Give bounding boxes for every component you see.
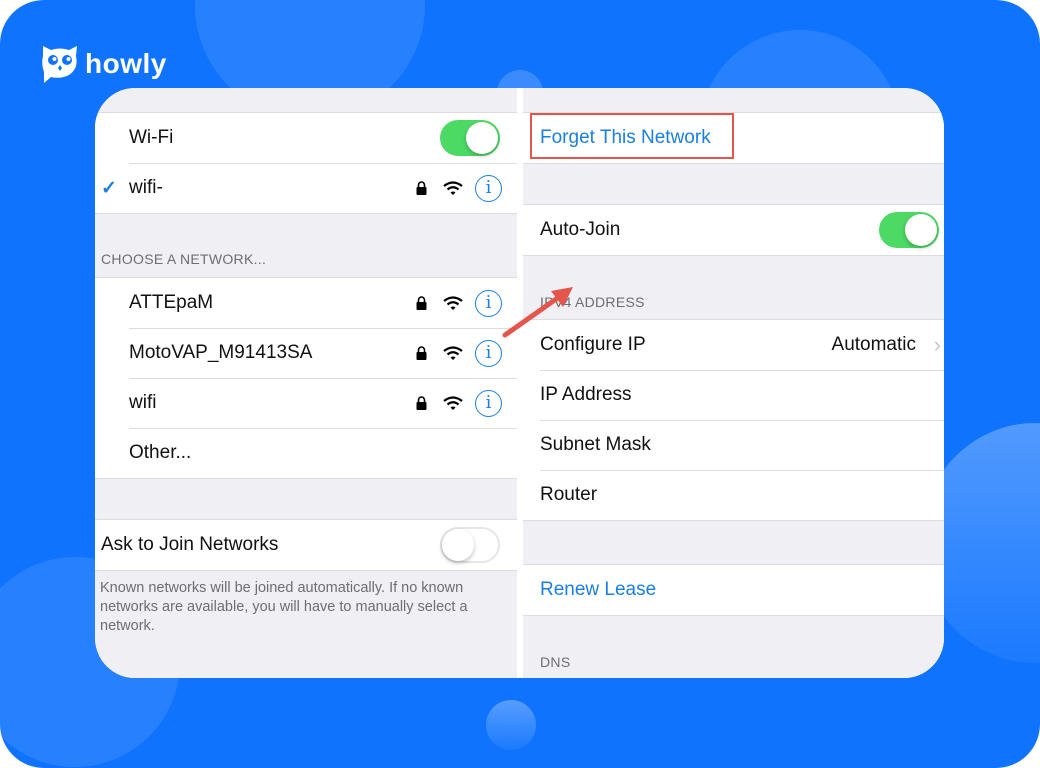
wifi-signal-icon — [443, 295, 463, 310]
ask-to-join-row: Ask to Join Networks — [95, 520, 517, 570]
switch-knob — [466, 122, 498, 154]
info-icon[interactable]: i — [475, 174, 502, 202]
choose-network-header: CHOOSE A NETWORK... — [101, 251, 267, 267]
chevron-right-icon: › — [933, 332, 941, 357]
wifi-label: Wi-Fi — [129, 127, 174, 148]
auto-join-group: Auto-Join — [523, 204, 944, 256]
network-row[interactable]: MotoVAP_M91413SA i — [95, 328, 517, 378]
ipv4-header: IPV4 ADDRESS — [540, 294, 645, 310]
info-icon[interactable]: i — [475, 339, 502, 367]
wifi-switch[interactable] — [440, 120, 500, 156]
forget-network-row[interactable]: Forget This Network — [523, 113, 944, 163]
router-label: Router — [540, 484, 598, 505]
wifi-signal-icon — [443, 345, 463, 360]
background-frame: howly Wi-Fi ✓ wifi- i CHOOSE A NETWORK..… — [0, 0, 1040, 768]
network-icons: i — [416, 339, 502, 367]
network-name: wifi — [129, 392, 157, 413]
connected-network-row[interactable]: ✓ wifi- i — [95, 163, 517, 213]
subnet-mask-row: Subnet Mask — [523, 420, 944, 470]
lock-icon — [416, 296, 427, 310]
lock-icon — [416, 396, 427, 410]
lock-icon — [416, 181, 427, 195]
owl-icon — [42, 46, 77, 83]
router-row: Router — [523, 470, 944, 520]
forget-group: Forget This Network — [523, 112, 944, 164]
ask-to-join-group: Ask to Join Networks — [95, 519, 517, 571]
ip-address-label: IP Address — [540, 384, 632, 405]
switch-knob — [905, 214, 937, 246]
auto-join-row: Auto-Join — [523, 205, 944, 255]
renew-lease-button[interactable]: Renew Lease — [540, 579, 656, 601]
ask-to-join-switch[interactable] — [440, 527, 500, 563]
ask-to-join-label: Ask to Join Networks — [101, 534, 279, 555]
brand-logo: howly — [41, 42, 167, 84]
subnet-mask-label: Subnet Mask — [540, 434, 651, 455]
ipv4-group: Configure IP Automatic › IP Address Subn… — [523, 319, 944, 521]
lock-icon — [416, 346, 427, 360]
network-icons: i — [416, 389, 502, 417]
network-icons: i — [416, 289, 502, 317]
ip-address-row: IP Address — [523, 370, 944, 420]
wifi-networks-pane: Wi-Fi ✓ wifi- i CHOOSE A NETWORK... ATTE… — [95, 88, 517, 678]
other-network-row[interactable]: Other... — [95, 428, 517, 478]
network-details-pane: Forget This Network Auto-Join IPV4 ADDRE… — [523, 88, 944, 678]
other-label: Other... — [129, 442, 192, 463]
network-icons: i — [416, 174, 502, 202]
wifi-group: Wi-Fi ✓ wifi- i — [95, 112, 517, 214]
network-row[interactable]: ATTEpaM i — [95, 278, 517, 328]
dns-header: DNS — [540, 654, 571, 670]
ipad-settings-screen: Wi-Fi ✓ wifi- i CHOOSE A NETWORK... ATTE… — [95, 88, 944, 678]
network-name: wifi- — [129, 177, 163, 198]
wifi-toggle-row: Wi-Fi — [95, 113, 517, 163]
checkmark-icon: ✓ — [101, 177, 117, 199]
switch-knob — [442, 529, 474, 561]
wifi-signal-icon — [443, 395, 463, 410]
network-row[interactable]: wifi i — [95, 378, 517, 428]
available-networks-group: ATTEpaM i MotoVAP_M91413SA i wifi i Othe… — [95, 277, 517, 479]
network-name: MotoVAP_M91413SA — [129, 342, 313, 363]
renew-lease-row[interactable]: Renew Lease — [523, 565, 944, 615]
forget-network-button[interactable]: Forget This Network — [540, 127, 711, 149]
configure-ip-label: Configure IP — [540, 334, 646, 355]
wifi-signal-icon — [443, 180, 463, 195]
configure-ip-value: Automatic — [831, 334, 916, 355]
info-icon[interactable]: i — [475, 389, 502, 417]
ask-to-join-footnote: Known networks will be joined automatica… — [100, 580, 468, 634]
auto-join-switch[interactable] — [879, 212, 939, 248]
configure-ip-row[interactable]: Configure IP Automatic › — [523, 320, 944, 370]
decor-bubble — [486, 700, 536, 750]
network-name: ATTEpaM — [129, 292, 214, 313]
brand-name: howly — [85, 48, 167, 79]
renew-group: Renew Lease — [523, 564, 944, 616]
auto-join-label: Auto-Join — [540, 219, 621, 240]
info-icon[interactable]: i — [475, 289, 502, 317]
